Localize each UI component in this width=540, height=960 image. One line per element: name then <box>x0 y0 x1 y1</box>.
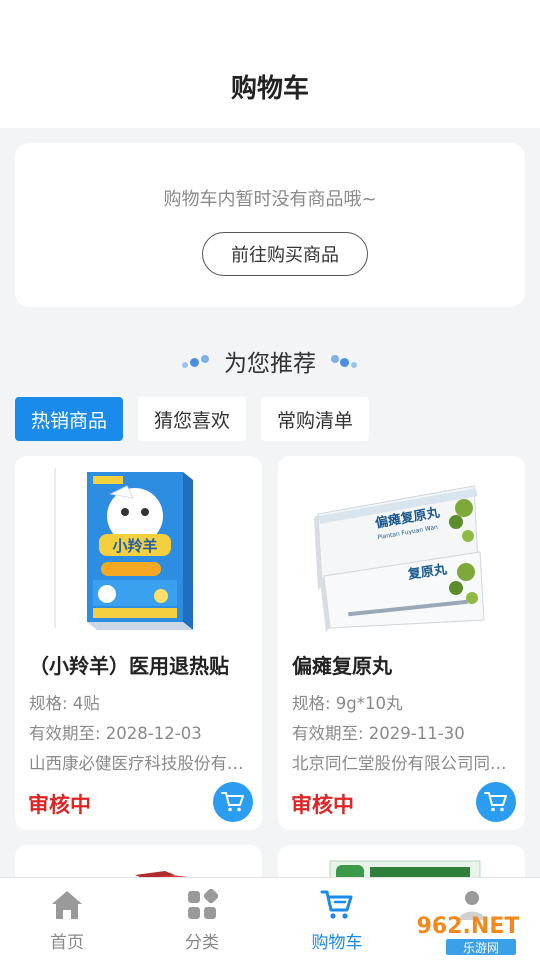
cart-icon <box>221 792 244 812</box>
tabbar-label: 分类 <box>185 933 219 953</box>
product-card[interactable]: 小羚羊 （小羚羊）医用退热贴 规格: 4贴 有效期至: 2028-12-03 山… <box>15 456 262 830</box>
tabbar-label: 首页 <box>50 933 84 953</box>
tabbar-item-cart[interactable]: 购物车 <box>287 888 387 954</box>
watermark-logo: 962.NET 乐游网 <box>400 909 536 955</box>
product-name[interactable]: 偏瘫复原丸 <box>292 650 392 679</box>
product-box-piantan-icon: 偏瘫复原丸 Piantan Fuyuan Wan 复原丸 <box>314 485 485 632</box>
page-title: 购物车 <box>230 74 309 104</box>
tabbar-label: 购物车 <box>311 933 363 953</box>
product-manufacturer: 山西康必健医疗科技股份有限公司 <box>29 754 251 773</box>
status-badge: 审核中 <box>28 793 91 817</box>
recommend-heading: 为您推荐 <box>0 344 540 378</box>
decor-left-icon <box>182 353 210 369</box>
home-icon <box>52 891 82 919</box>
empty-cart-card: 购物车内暂时没有商品哦~ 前往购买商品 <box>15 143 525 307</box>
product-spec: 规格: 4贴 <box>29 694 100 713</box>
go-shopping-button[interactable]: 前往购买商品 <box>202 232 368 276</box>
cart-icon <box>484 792 507 812</box>
status-badge: 审核中 <box>291 793 354 817</box>
recommend-tabs: 热销商品 猜您喜欢 常购清单 <box>15 397 370 441</box>
product-manufacturer: 北京同仁堂股份有限公司同仁堂制药厂 <box>292 754 514 773</box>
add-to-cart-button[interactable] <box>213 782 253 822</box>
tabbar-item-category[interactable]: 分类 <box>152 888 252 954</box>
product-expiry: 有效期至: 2028-12-03 <box>29 724 202 743</box>
svg-text:962.NET: 962.NET <box>417 914 520 939</box>
category-icon <box>188 889 218 919</box>
tabbar-item-home[interactable]: 首页 <box>17 888 117 954</box>
product-spec: 规格: 9g*10丸 <box>292 694 403 713</box>
empty-cart-message: 购物车内暂时没有商品哦~ <box>163 189 377 210</box>
tab-guess-you-like[interactable]: 猜您喜欢 <box>138 397 247 441</box>
product-box-xiaolingyang-icon: 小羚羊 <box>54 468 193 630</box>
decor-right-icon <box>330 353 358 369</box>
product-name[interactable]: （小羚羊）医用退热贴 <box>29 650 229 679</box>
product-card[interactable]: 偏瘫复原丸 Piantan Fuyuan Wan 复原丸 偏瘫复原丸 规格: 9… <box>278 456 525 830</box>
recommend-title: 为您推荐 <box>224 351 316 377</box>
svg-text:小羚羊: 小羚羊 <box>112 537 157 555</box>
tab-frequent-list[interactable]: 常购清单 <box>261 397 370 441</box>
product-expiry: 有效期至: 2029-11-30 <box>292 724 465 743</box>
svg-text:乐游网: 乐游网 <box>463 941 499 955</box>
cart-icon <box>320 890 353 919</box>
add-to-cart-button[interactable] <box>476 782 516 822</box>
tab-hot-products[interactable]: 热销商品 <box>15 397 124 441</box>
page-header: 购物车 <box>0 0 540 128</box>
